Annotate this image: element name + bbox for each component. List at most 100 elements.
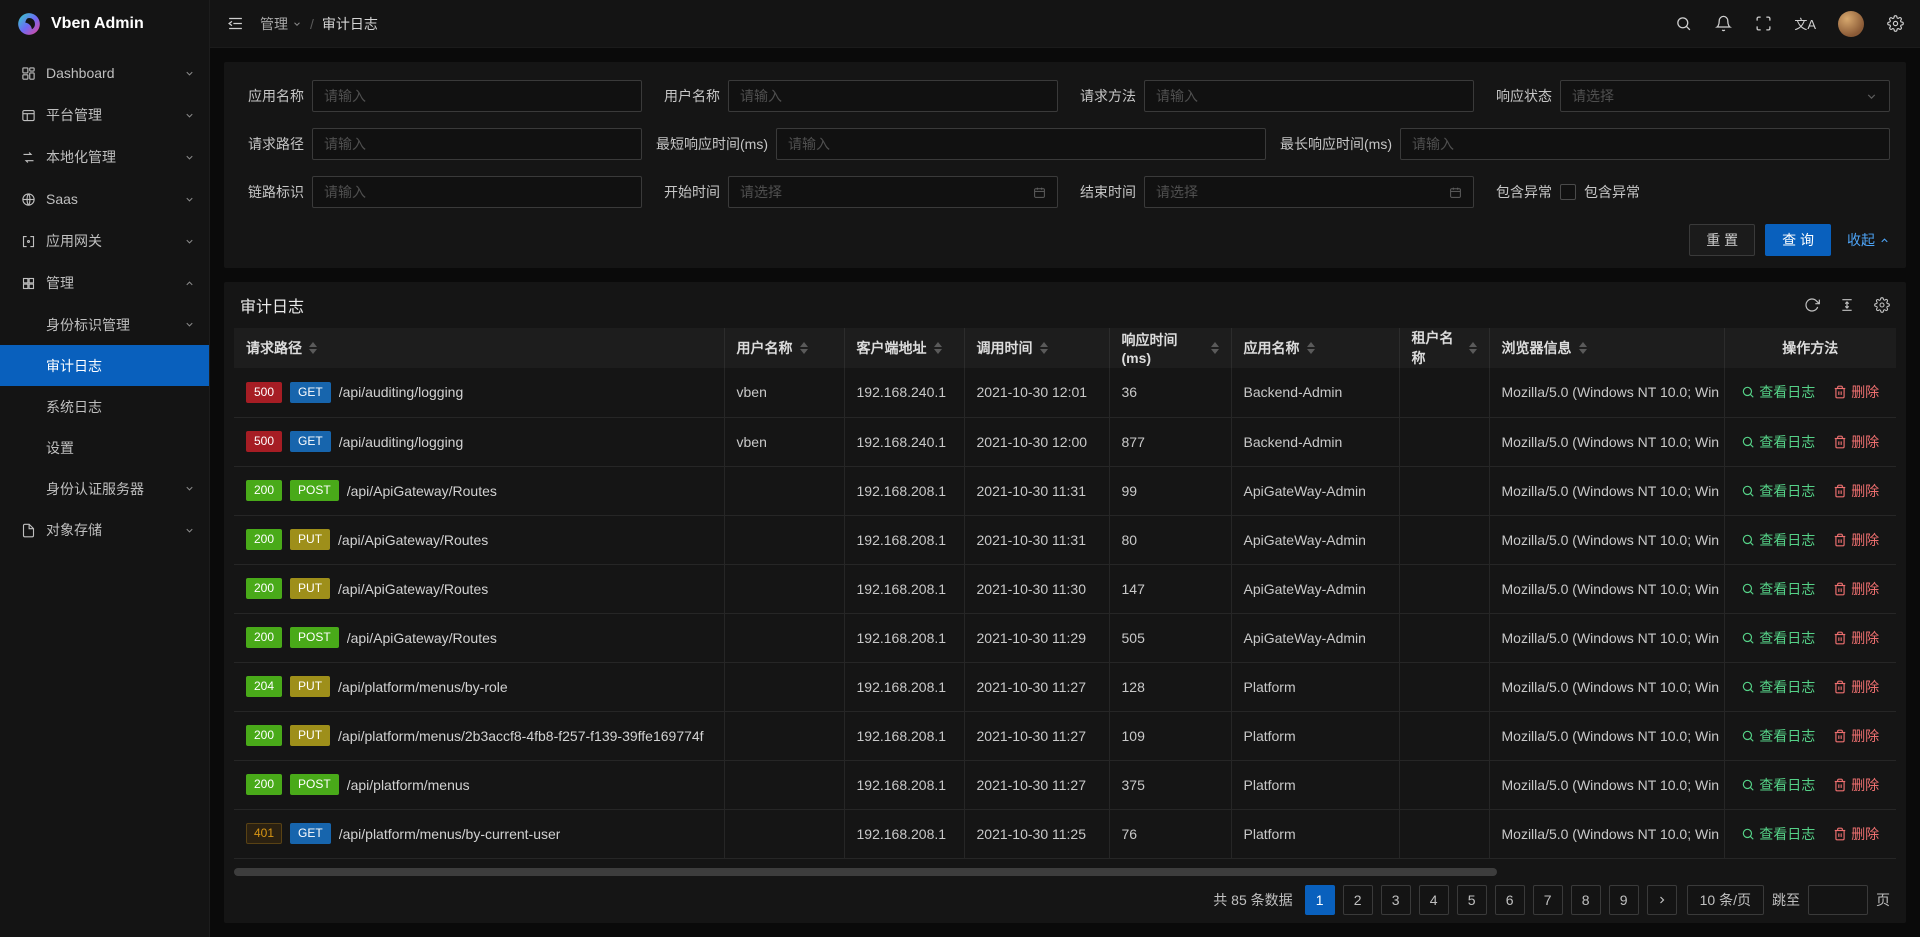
col-client-address[interactable]: 客户端地址 — [844, 328, 964, 368]
page-button[interactable]: 7 — [1533, 885, 1563, 915]
response-status-select[interactable]: 请选择 — [1560, 80, 1890, 112]
page-button[interactable]: 4 — [1419, 885, 1449, 915]
col-app-name[interactable]: 应用名称 — [1231, 328, 1399, 368]
trace-id-input[interactable] — [312, 176, 642, 208]
page-button[interactable]: 5 — [1457, 885, 1487, 915]
max-response-time-input[interactable] — [1400, 128, 1890, 160]
sidebar-item-dashboard[interactable]: Dashboard — [0, 52, 209, 94]
cell-client-address: 192.168.208.1 — [844, 760, 964, 809]
request-path-input[interactable] — [312, 128, 642, 160]
delete-button[interactable]: 删除 — [1833, 530, 1879, 550]
table-row[interactable]: 200 PUT /api/ApiGateway/Routes 192.168.2… — [234, 515, 1896, 564]
field-label: 最长响应时间(ms) — [1280, 134, 1392, 154]
page-button[interactable]: 3 — [1381, 885, 1411, 915]
collapse-link[interactable]: 收起 — [1847, 230, 1890, 250]
delete-button[interactable]: 删除 — [1833, 579, 1879, 599]
table-row[interactable]: 200 PUT /api/platform/menus/2b3accf8-4fb… — [234, 711, 1896, 760]
cell-app-name: Platform — [1231, 760, 1399, 809]
view-log-button[interactable]: 查看日志 — [1741, 481, 1815, 501]
page-size-select[interactable]: 10 条/页 — [1687, 885, 1764, 915]
delete-button[interactable]: 删除 — [1833, 481, 1879, 501]
request-method-input[interactable] — [1144, 80, 1474, 112]
delete-button[interactable]: 删除 — [1833, 775, 1879, 795]
page-button[interactable]: 8 — [1571, 885, 1601, 915]
notification-bell-icon[interactable] — [1714, 15, 1732, 33]
field-label: 最短响应时间(ms) — [656, 134, 768, 154]
sidebar-item-saas[interactable]: Saas — [0, 178, 209, 220]
col-user-name[interactable]: 用户名称 — [724, 328, 844, 368]
translate-icon[interactable]: 文A — [1794, 14, 1816, 33]
breadcrumb-section[interactable]: 管理 — [260, 14, 302, 34]
delete-button[interactable]: 删除 — [1833, 432, 1879, 452]
delete-button[interactable]: 删除 — [1833, 677, 1879, 697]
table-row[interactable]: 401 GET /api/platform/menus/by-current-u… — [234, 809, 1896, 858]
jump-page-input[interactable] — [1808, 885, 1868, 915]
sidebar-item-identity[interactable]: 身份标识管理 — [0, 304, 209, 345]
cell-call-time: 2021-10-30 11:27 — [964, 760, 1109, 809]
magnifier-icon — [1741, 484, 1755, 498]
next-page-button[interactable] — [1647, 885, 1677, 915]
view-log-button[interactable]: 查看日志 — [1741, 775, 1815, 795]
delete-button[interactable]: 删除 — [1833, 824, 1879, 844]
query-button[interactable]: 查 询 — [1765, 224, 1831, 256]
table-row[interactable]: 500 GET /api/auditing/logging vben 192.1… — [234, 368, 1896, 417]
sidebar-item-object-storage[interactable]: 对象存储 — [0, 509, 209, 551]
app-name-input[interactable] — [312, 80, 642, 112]
view-log-button[interactable]: 查看日志 — [1741, 628, 1815, 648]
reset-button[interactable]: 重 置 — [1689, 224, 1755, 256]
page-button[interactable]: 1 — [1305, 885, 1335, 915]
page-button[interactable]: 6 — [1495, 885, 1525, 915]
col-tenant-name[interactable]: 租户名称 — [1399, 328, 1489, 368]
col-request-path[interactable]: 请求路径 — [234, 328, 724, 368]
table-row[interactable]: 200 POST /api/platform/menus 192.168.208… — [234, 760, 1896, 809]
avatar[interactable] — [1838, 11, 1864, 37]
search-icon[interactable] — [1674, 15, 1692, 33]
page-button[interactable]: 2 — [1343, 885, 1373, 915]
delete-button[interactable]: 删除 — [1833, 628, 1879, 648]
table-row[interactable]: 204 PUT /api/platform/menus/by-role 192.… — [234, 662, 1896, 711]
view-log-button[interactable]: 查看日志 — [1741, 726, 1815, 746]
scrollbar-thumb[interactable] — [234, 868, 1497, 876]
col-call-time[interactable]: 调用时间 — [964, 328, 1109, 368]
refresh-icon[interactable] — [1803, 297, 1820, 314]
menu-fold-icon[interactable] — [226, 15, 244, 33]
method-badge: PUT — [290, 578, 330, 599]
table-row[interactable]: 200 POST /api/ApiGateway/Routes 192.168.… — [234, 613, 1896, 662]
trash-icon — [1833, 533, 1847, 547]
gear-icon[interactable] — [1886, 15, 1904, 33]
sidebar-item-platform[interactable]: 平台管理 — [0, 94, 209, 136]
view-log-button[interactable]: 查看日志 — [1741, 382, 1815, 402]
page-button[interactable]: 9 — [1609, 885, 1639, 915]
view-log-button[interactable]: 查看日志 — [1741, 824, 1815, 844]
sidebar-item-gateway[interactable]: 应用网关 — [0, 220, 209, 262]
table-row[interactable]: 200 POST /api/ApiGateway/Routes 192.168.… — [234, 466, 1896, 515]
sidebar-item-system-log[interactable]: 系统日志 — [0, 386, 209, 427]
delete-button[interactable]: 删除 — [1833, 726, 1879, 746]
cell-tenant-name — [1399, 809, 1489, 858]
delete-button[interactable]: 删除 — [1833, 382, 1879, 402]
sidebar-item-management[interactable]: 管理 — [0, 262, 209, 304]
col-browser-info[interactable]: 浏览器信息 — [1489, 328, 1724, 368]
fullscreen-icon[interactable] — [1754, 15, 1772, 33]
view-log-button[interactable]: 查看日志 — [1741, 432, 1815, 452]
logo[interactable]: Vben Admin — [0, 0, 209, 48]
status-badge: 200 — [246, 480, 282, 501]
col-response-time[interactable]: 响应时间(ms) — [1109, 328, 1231, 368]
table-row[interactable]: 500 GET /api/auditing/logging vben 192.1… — [234, 417, 1896, 466]
sidebar-item-localization[interactable]: 本地化管理 — [0, 136, 209, 178]
sidebar-item-audit-log[interactable]: 审计日志 — [0, 345, 209, 386]
view-log-button[interactable]: 查看日志 — [1741, 579, 1815, 599]
column-height-icon[interactable] — [1838, 297, 1855, 314]
exception-checkbox[interactable] — [1560, 184, 1576, 200]
table-row[interactable]: 200 PUT /api/ApiGateway/Routes 192.168.2… — [234, 564, 1896, 613]
start-time-picker[interactable]: 请选择 — [728, 176, 1058, 208]
view-log-button[interactable]: 查看日志 — [1741, 677, 1815, 697]
column-settings-gear-icon[interactable] — [1873, 297, 1890, 314]
cell-actions: 查看日志 删除 — [1724, 466, 1896, 515]
end-time-picker[interactable]: 请选择 — [1144, 176, 1474, 208]
sidebar-item-settings[interactable]: 设置 — [0, 427, 209, 468]
view-log-button[interactable]: 查看日志 — [1741, 530, 1815, 550]
user-name-input[interactable] — [728, 80, 1058, 112]
min-response-time-input[interactable] — [776, 128, 1266, 160]
sidebar-item-auth-server[interactable]: 身份认证服务器 — [0, 468, 209, 509]
